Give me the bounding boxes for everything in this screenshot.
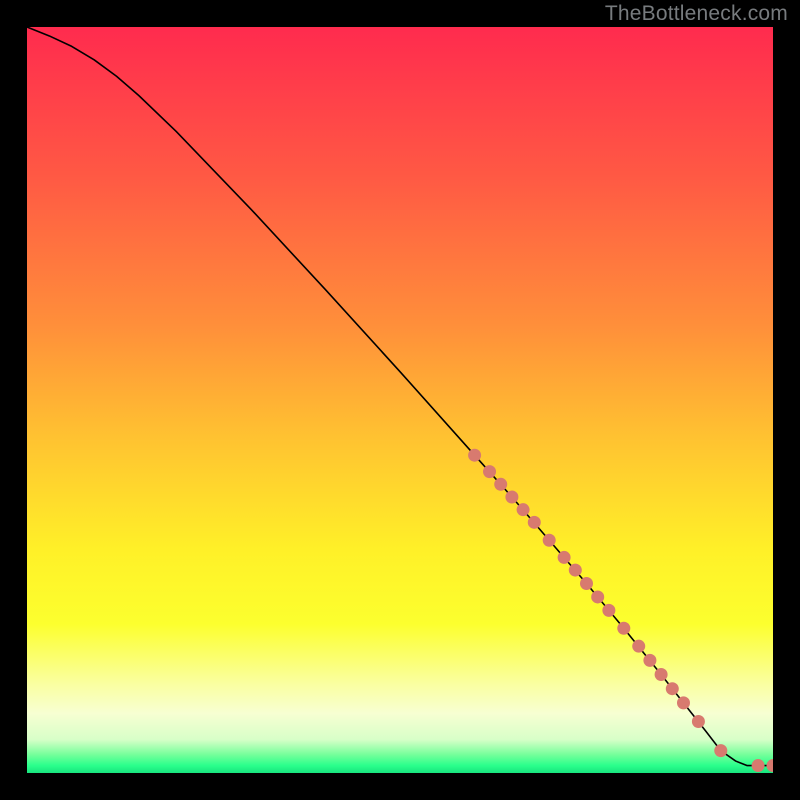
scatter-point <box>569 564 582 577</box>
scatter-point <box>714 744 727 757</box>
chart-plot-area <box>27 27 773 773</box>
scatter-point <box>643 654 656 667</box>
scatter-point <box>632 640 645 653</box>
scatter-point <box>617 622 630 635</box>
scatter-point <box>666 682 679 695</box>
scatter-point <box>494 478 507 491</box>
chart-background-gradient <box>27 27 773 773</box>
scatter-point <box>505 490 518 503</box>
chart-frame: TheBottleneck.com <box>0 0 800 800</box>
scatter-point <box>543 534 556 547</box>
chart-svg <box>27 27 773 773</box>
scatter-point <box>468 449 481 462</box>
scatter-point <box>483 465 496 478</box>
watermark-text: TheBottleneck.com <box>605 2 788 26</box>
scatter-point <box>692 715 705 728</box>
scatter-point <box>752 759 765 772</box>
scatter-point <box>528 516 541 529</box>
scatter-point <box>580 577 593 590</box>
scatter-point <box>655 668 668 681</box>
scatter-point <box>558 551 571 564</box>
scatter-point <box>602 604 615 617</box>
scatter-point <box>677 696 690 709</box>
scatter-point <box>517 503 530 516</box>
scatter-point <box>591 590 604 603</box>
